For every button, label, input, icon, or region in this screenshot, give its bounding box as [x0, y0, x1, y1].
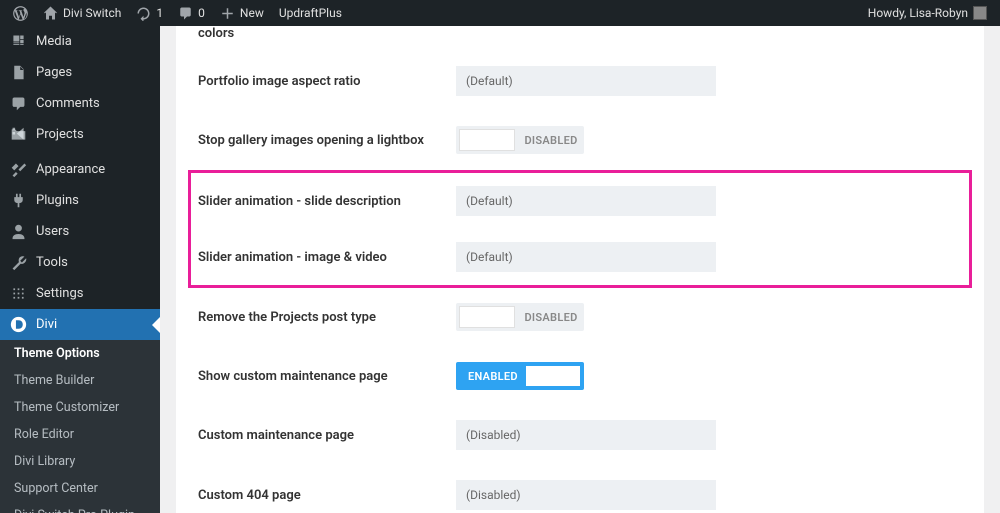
sidebar-item-comments[interactable]: Comments [0, 88, 160, 119]
sidebar-item-projects[interactable]: Projects [0, 119, 160, 150]
setting-label: Portfolio image aspect ratio [198, 74, 456, 89]
highlighted-slider-settings: Slider animation - slide description (De… [188, 170, 972, 288]
404-page-select[interactable]: (Disabled) [456, 480, 716, 510]
setting-row-maint-page: Custom maintenance page (Disabled) [198, 405, 962, 465]
wp-logo[interactable] [6, 0, 35, 26]
comments-count: 0 [198, 6, 205, 20]
setting-label: Custom maintenance page [198, 428, 456, 443]
submenu-role-editor[interactable]: Role Editor [0, 421, 160, 448]
setting-label: Custom 404 page [198, 488, 456, 503]
maint-page-select[interactable]: (Disabled) [456, 420, 716, 450]
projects-icon [10, 126, 27, 143]
setting-row-aspect-ratio: Portfolio image aspect ratio (Default) [198, 51, 962, 111]
sidebar-item-plugins[interactable]: Plugins [0, 185, 160, 216]
sidebar-item-tools[interactable]: Tools [0, 247, 160, 278]
setting-label-partial: colors [198, 26, 962, 51]
updraft[interactable]: UpdraftPlus [272, 0, 349, 26]
sidebar-item-label: Users [36, 224, 69, 239]
setting-label: Remove the Projects post type [198, 310, 456, 325]
divi-icon [10, 316, 27, 333]
setting-label: Show custom maintenance page [198, 369, 456, 384]
submenu-theme-options[interactable]: Theme Options [0, 340, 160, 367]
avatar [973, 6, 987, 20]
comments-icon [10, 95, 27, 112]
sidebar-item-label: Tools [36, 255, 68, 270]
setting-row-slider-media: Slider animation - image & video (Defaul… [198, 229, 962, 285]
setting-row-slider-desc: Slider animation - slide description (De… [198, 173, 962, 229]
setting-row-maint-show: Show custom maintenance page ENABLED [198, 347, 962, 405]
sidebar-item-users[interactable]: Users [0, 216, 160, 247]
howdy-text: Howdy, Lisa-Robyn [868, 6, 968, 20]
submenu-divi-switch-pro[interactable]: Divi Switch Pro Plugin [0, 502, 160, 513]
stop-lightbox-toggle[interactable]: DISABLED [456, 126, 584, 154]
pages-icon [10, 64, 27, 81]
submenu-theme-customizer[interactable]: Theme Customizer [0, 394, 160, 421]
divi-submenu: Theme Options Theme Builder Theme Custom… [0, 340, 160, 513]
comment-icon [178, 6, 193, 21]
sidebar-item-label: Plugins [36, 193, 79, 208]
sidebar-item-pages[interactable]: Pages [0, 57, 160, 88]
toggle-label: DISABLED [518, 134, 584, 147]
submenu-divi-library[interactable]: Divi Library [0, 448, 160, 475]
settings-panel: colors Portfolio image aspect ratio (Def… [176, 26, 984, 513]
updates[interactable]: 1 [129, 0, 170, 26]
admin-bar-right: Howdy, Lisa-Robyn [861, 0, 994, 26]
new-content[interactable]: New [213, 0, 271, 26]
settings-icon [10, 285, 27, 302]
sidebar-item-media[interactable]: Media [0, 26, 160, 57]
sidebar-item-label: Divi [36, 317, 57, 332]
appearance-icon [10, 161, 27, 178]
plus-icon [220, 6, 235, 21]
setting-label: Slider animation - image & video [198, 250, 456, 265]
slider-media-select[interactable]: (Default) [456, 242, 716, 272]
admin-sidebar: Media Pages Comments Projects Appearance… [0, 26, 160, 513]
aspect-ratio-select[interactable]: (Default) [456, 66, 716, 96]
submenu-support-center[interactable]: Support Center [0, 475, 160, 502]
content-area: colors Portfolio image aspect ratio (Def… [160, 26, 1000, 513]
wordpress-icon [13, 6, 28, 21]
sidebar-item-appearance[interactable]: Appearance [0, 154, 160, 185]
admin-bar: Divi Switch 1 0 New UpdraftPlus Howdy, L… [0, 0, 1000, 26]
setting-row-stop-lightbox: Stop gallery images opening a lightbox D… [198, 111, 962, 170]
plugins-icon [10, 192, 27, 209]
setting-label: Slider animation - slide description [198, 194, 456, 209]
sidebar-item-settings[interactable]: Settings [0, 278, 160, 309]
admin-bar-left: Divi Switch 1 0 New UpdraftPlus [6, 0, 349, 26]
maint-show-toggle[interactable]: ENABLED [456, 362, 584, 390]
slider-desc-select[interactable]: (Default) [456, 186, 716, 216]
sidebar-item-divi[interactable]: Divi [0, 309, 160, 340]
sidebar-item-label: Settings [36, 286, 83, 301]
tools-icon [10, 254, 27, 271]
submenu-theme-builder[interactable]: Theme Builder [0, 367, 160, 394]
sidebar-item-label: Pages [36, 65, 72, 80]
updraft-label: UpdraftPlus [279, 6, 342, 20]
users-icon [10, 223, 27, 240]
toggle-knob [525, 365, 581, 387]
sidebar-item-label: Media [36, 34, 72, 49]
update-icon [136, 6, 151, 21]
sidebar-item-label: Comments [36, 96, 100, 111]
setting-label: Stop gallery images opening a lightbox [198, 133, 456, 148]
comments-bar[interactable]: 0 [171, 0, 212, 26]
media-icon [10, 33, 27, 50]
updates-count: 1 [156, 6, 163, 20]
my-account[interactable]: Howdy, Lisa-Robyn [861, 0, 994, 26]
home-icon [43, 6, 58, 21]
setting-row-remove-projects: Remove the Projects post type DISABLED [198, 288, 962, 347]
site-title: Divi Switch [63, 6, 121, 20]
sidebar-item-label: Projects [36, 127, 84, 142]
toggle-label: ENABLED [456, 370, 518, 383]
setting-row-404-page: Custom 404 page (Disabled) [198, 465, 962, 513]
toggle-knob [459, 129, 515, 151]
toggle-knob [459, 306, 515, 328]
site-home[interactable]: Divi Switch [36, 0, 128, 26]
new-label: New [240, 6, 264, 20]
sidebar-item-label: Appearance [36, 162, 105, 177]
toggle-label: DISABLED [518, 311, 584, 324]
remove-projects-toggle[interactable]: DISABLED [456, 303, 584, 331]
